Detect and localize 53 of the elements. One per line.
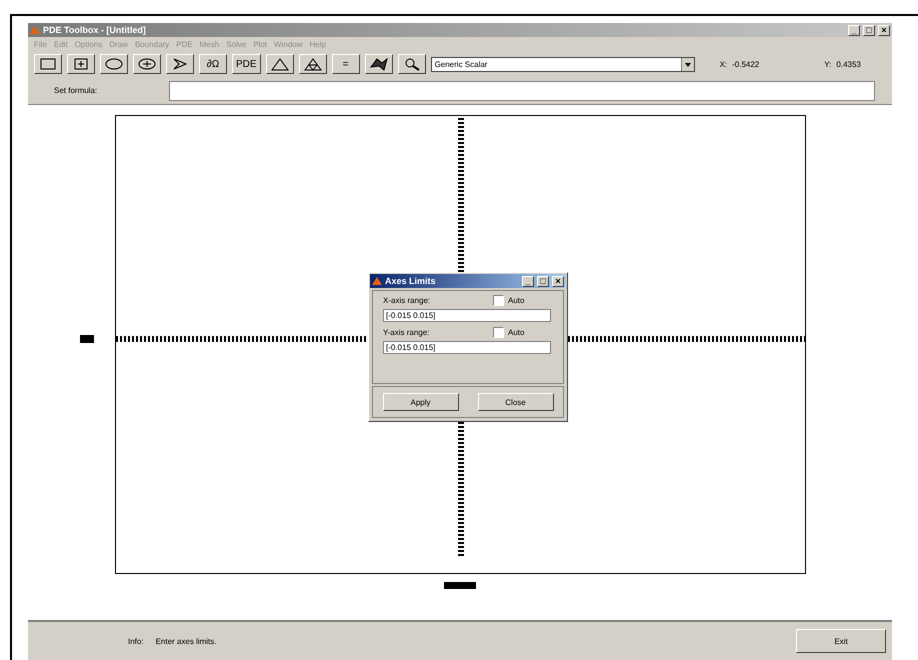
info-message: Enter axes limits. bbox=[156, 636, 216, 646]
y-value: 0.4353 bbox=[836, 60, 861, 68]
toolbar-button[interactable]: ∂Ω bbox=[199, 54, 227, 74]
dialog-button[interactable]: Close bbox=[478, 393, 554, 411]
x-label: X: bbox=[720, 60, 728, 68]
auto-label: Auto bbox=[508, 328, 524, 337]
ellipse-icon bbox=[105, 57, 123, 71]
toolbar-button[interactable]: = bbox=[332, 54, 360, 74]
x-value: -0.5422 bbox=[732, 60, 760, 68]
mesh-icon bbox=[304, 57, 322, 71]
toolbar-button[interactable] bbox=[100, 54, 128, 74]
y-label: Y: bbox=[824, 60, 832, 68]
window-title: PDE Toolbox - [Untitled] bbox=[43, 25, 147, 35]
range-field[interactable]: [-0.015 0.015] bbox=[383, 341, 551, 354]
window-control-button[interactable]: × bbox=[878, 24, 890, 36]
logo-icon bbox=[372, 276, 382, 286]
toolbar-button[interactable]: PDE bbox=[232, 54, 261, 74]
toolbar-button[interactable] bbox=[34, 54, 62, 74]
tick-label-drawing bbox=[80, 335, 94, 343]
auto-checkbox[interactable] bbox=[493, 327, 504, 338]
toolbar-button[interactable] bbox=[166, 54, 194, 74]
info-label: Info: bbox=[128, 636, 144, 646]
range-label: Y-axis range: bbox=[383, 328, 430, 337]
formula-label: Set formula: bbox=[54, 86, 98, 95]
triangle-icon bbox=[270, 57, 289, 71]
window-control-button[interactable]: × bbox=[552, 276, 564, 286]
window-control-button[interactable]: □ bbox=[537, 276, 549, 286]
window-control-button[interactable]: _ bbox=[848, 24, 860, 36]
exit-button[interactable]: Exit bbox=[796, 629, 886, 653]
surface-icon bbox=[370, 57, 388, 71]
polygon-icon bbox=[171, 57, 189, 71]
dialog-button[interactable]: Apply bbox=[382, 393, 458, 411]
auto-label: Auto bbox=[508, 296, 524, 305]
toolbar-button[interactable] bbox=[67, 54, 95, 74]
range-label: X-axis range: bbox=[383, 296, 432, 305]
toolbar-button[interactable] bbox=[266, 54, 294, 74]
dialog-title: Axes Limits bbox=[385, 276, 437, 286]
rectangle-plus-icon bbox=[72, 57, 90, 71]
logo-icon bbox=[30, 25, 40, 35]
window-control-button[interactable]: □ bbox=[863, 24, 875, 36]
toolbar-button[interactable] bbox=[298, 54, 327, 74]
window-control-button[interactable]: _ bbox=[522, 276, 534, 286]
toolbar-button[interactable] bbox=[133, 54, 161, 74]
formula-field[interactable] bbox=[169, 80, 876, 100]
mode-dropdown[interactable]: Generic Scalar bbox=[430, 56, 695, 72]
tick-label-drawing bbox=[444, 582, 476, 589]
ellipse-plus-icon bbox=[138, 57, 156, 71]
toolbar-button[interactable] bbox=[398, 54, 426, 74]
toolbar-button[interactable] bbox=[364, 54, 393, 74]
range-field[interactable]: [-0.015 0.015] bbox=[383, 309, 551, 322]
rectangle-icon bbox=[39, 57, 57, 71]
zoom-icon bbox=[402, 57, 421, 71]
auto-checkbox[interactable] bbox=[493, 295, 504, 306]
